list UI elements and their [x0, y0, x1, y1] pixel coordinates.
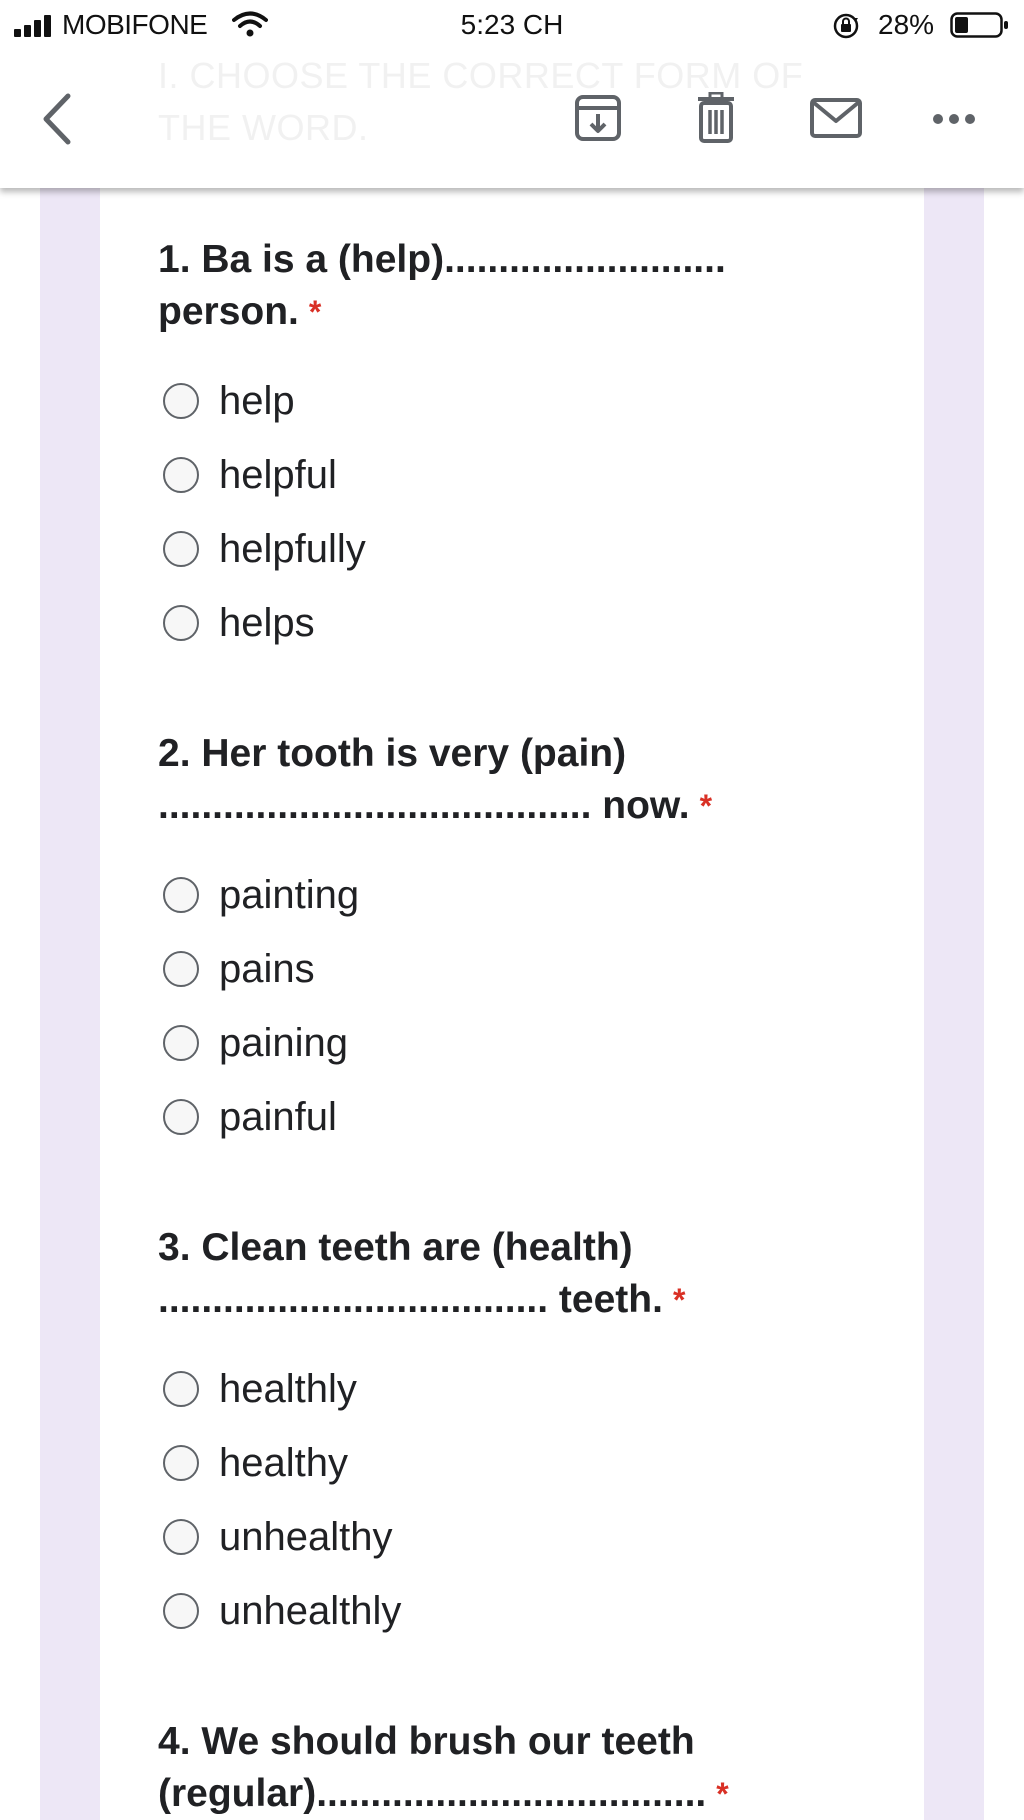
radio-option[interactable]: unhealthy [158, 1500, 878, 1574]
radio-button[interactable] [163, 383, 199, 419]
radio-button[interactable] [163, 457, 199, 493]
question-title-line1: 3. Clean teeth are (health) [158, 1226, 633, 1269]
mail-icon[interactable] [810, 98, 862, 138]
rotation-lock-icon [833, 13, 859, 39]
option-label: healthly [219, 1366, 357, 1411]
radio-option[interactable]: healthly [158, 1352, 878, 1426]
option-label: unhealthy [219, 1514, 393, 1559]
option-label: painting [219, 872, 360, 917]
app-toolbar: I. CHOOSE THE CORRECT FORM OF THE WORD. [0, 50, 1024, 188]
option-label: painful [219, 1094, 337, 1139]
radio-button[interactable] [163, 1025, 199, 1061]
option-label: unhealthly [219, 1588, 402, 1633]
question-title-line2: (regular)...............................… [158, 1772, 707, 1815]
option-label: healthy [219, 1440, 348, 1485]
question-title: 1. Ba is a (help).......................… [158, 234, 878, 338]
option-label: paining [219, 1020, 349, 1065]
options-list: painting pains paining painful [158, 858, 878, 1154]
radio-button[interactable] [163, 605, 199, 641]
trash-icon[interactable] [696, 92, 736, 144]
radio-option[interactable]: painful [158, 1080, 878, 1154]
option-label: helpful [219, 452, 337, 497]
battery-icon [950, 12, 1008, 38]
radio-option[interactable]: helpfully [158, 512, 878, 586]
option-label: helps [219, 600, 315, 645]
option-label: pains [219, 946, 315, 991]
question-title-line1: 2. Her tooth is very (pain) [158, 732, 627, 775]
radio-button[interactable] [163, 1519, 199, 1555]
question-3: 3. Clean teeth are (health) ............… [158, 1222, 878, 1648]
option-label: help [219, 378, 295, 423]
question-title: 2. Her tooth is very (pain) ............… [158, 728, 878, 832]
question-title-line1: 4. We should brush our teeth [158, 1720, 695, 1763]
question-title: 3. Clean teeth are (health) ............… [158, 1222, 878, 1326]
options-list: help helpful helpfully helps [158, 364, 878, 660]
archive-icon[interactable] [574, 94, 622, 142]
more-icon[interactable] [932, 112, 976, 126]
radio-option[interactable]: helpful [158, 438, 878, 512]
radio-button[interactable] [163, 531, 199, 567]
faded-section-title: I. CHOOSE THE CORRECT FORM OF THE WORD. [158, 55, 804, 148]
radio-option[interactable]: helps [158, 586, 878, 660]
required-asterisk: * [716, 1776, 729, 1812]
radio-button[interactable] [163, 1099, 199, 1135]
radio-option[interactable]: healthy [158, 1426, 878, 1500]
required-asterisk: * [308, 294, 322, 330]
question-4: 4. We should brush our teeth (regular)..… [158, 1716, 878, 1820]
radio-option[interactable]: paining [158, 1006, 878, 1080]
question-title-line1: 1. Ba is a (help).......................… [158, 238, 726, 281]
question-title-line2: .................................... tee… [158, 1278, 663, 1321]
question-title-line2: ........................................… [158, 784, 690, 827]
question-2: 2. Her tooth is very (pain) ............… [158, 728, 878, 1154]
option-label: helpfully [219, 526, 366, 571]
radio-option[interactable]: painting [158, 858, 878, 932]
left-stripe [40, 0, 100, 1820]
required-asterisk: * [699, 788, 713, 824]
radio-button[interactable] [163, 1371, 199, 1407]
status-bar: MOBIFONE 5:23 CH 28% [0, 0, 1024, 50]
radio-button[interactable] [163, 1593, 199, 1629]
radio-button[interactable] [163, 1445, 199, 1481]
question-1: 1. Ba is a (help).......................… [158, 234, 878, 660]
right-stripe [924, 0, 984, 1820]
back-icon[interactable] [38, 92, 74, 146]
radio-button[interactable] [163, 951, 199, 987]
radio-button[interactable] [163, 877, 199, 913]
radio-option[interactable]: unhealthly [158, 1574, 878, 1648]
required-asterisk: * [672, 1282, 686, 1318]
options-list: healthly healthy unhealthy unhealthly [158, 1352, 878, 1648]
battery-percent: 28% [878, 9, 935, 40]
clock: 5:23 CH [460, 9, 564, 40]
radio-option[interactable]: pains [158, 932, 878, 1006]
question-title: 4. We should brush our teeth (regular)..… [158, 1716, 878, 1820]
question-title-line2: person. [158, 290, 299, 333]
radio-option[interactable]: help [158, 364, 878, 438]
